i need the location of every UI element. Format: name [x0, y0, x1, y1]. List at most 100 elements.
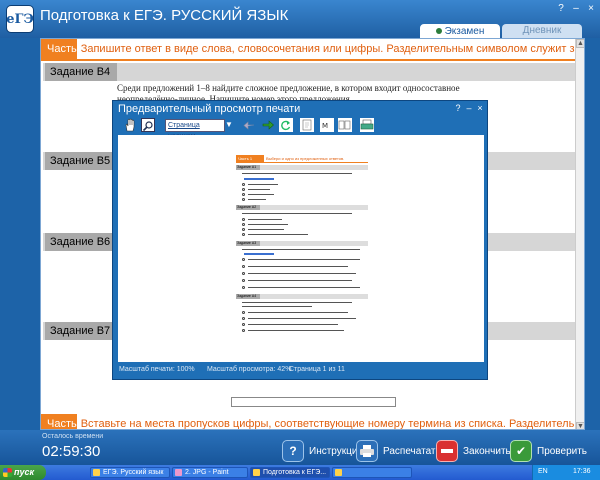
- time-remaining-value: 02:59:30: [42, 443, 101, 460]
- preview-text-line: [242, 249, 360, 250]
- taskbar-item-ege[interactable]: ЕГЭ. Русский язык: [90, 467, 170, 478]
- preview-radio: [242, 223, 245, 226]
- preview-text-line: [248, 199, 266, 200]
- content-scrollbar[interactable]: ▲ ▼: [575, 39, 584, 429]
- chevron-down-icon[interactable]: ▼: [225, 120, 233, 129]
- instruction-button[interactable]: ? Инструкция: [282, 439, 363, 463]
- preview-radio: [242, 329, 245, 332]
- preview-text-line: [248, 266, 348, 267]
- taskbar-item-prep[interactable]: Подготовка к ЕГЭ...: [250, 467, 330, 478]
- preview-radio: [242, 258, 245, 261]
- exam-dot-icon: [435, 28, 442, 35]
- preview-text-line: [248, 280, 352, 281]
- app-logo: еГЭ: [6, 5, 34, 33]
- page-view-select[interactable]: Страница целиком: [165, 119, 225, 140]
- preview-text-line: [248, 259, 360, 260]
- zoom-tool-icon[interactable]: [141, 118, 155, 132]
- finish-button-label: Закончить: [463, 445, 511, 457]
- preview-text-line: [248, 312, 348, 313]
- dialog-help-button[interactable]: ?: [453, 103, 463, 113]
- app-icon: [335, 469, 342, 476]
- part2-header: Часть 2 Вставьте на места пропусков цифр…: [41, 414, 584, 429]
- preview-radio: [242, 228, 245, 231]
- preview-task-row: Задание А1: [236, 165, 368, 170]
- preview-page: Часть 1 Выбери и одно из предложенных от…: [236, 155, 368, 337]
- preview-part-text: Выбери и одно из предложенных ответов.: [266, 156, 345, 161]
- windows-logo-icon: [3, 468, 12, 477]
- preview-radio: [242, 265, 245, 268]
- single-page-icon[interactable]: M: [320, 118, 334, 132]
- back-arrow-icon[interactable]: [243, 118, 257, 132]
- preview-text-line: [248, 287, 360, 288]
- app-title-bar: еГЭ Подготовка к ЕГЭ. РУССКИЙ ЯЗЫК ? – ×…: [0, 0, 600, 38]
- task-label-b5: Задание В5: [45, 152, 117, 170]
- preview-text-line: [248, 224, 288, 225]
- print-icon[interactable]: [360, 118, 374, 132]
- first-page-icon[interactable]: [300, 118, 314, 132]
- preview-radio: [242, 183, 245, 186]
- check-icon: ✔: [510, 440, 532, 462]
- preview-task-label: Задание А2: [236, 205, 260, 210]
- tab-diary[interactable]: Дневник: [502, 24, 582, 38]
- taskbar-item-label: Подготовка к ЕГЭ...: [263, 469, 327, 476]
- paint-icon: [175, 469, 182, 476]
- refresh-icon[interactable]: [279, 118, 293, 132]
- minimize-button[interactable]: –: [570, 3, 582, 15]
- stop-icon: [436, 440, 458, 462]
- check-button[interactable]: ✔ Проверить: [510, 439, 587, 463]
- preview-text-line: [242, 302, 352, 303]
- tab-exam[interactable]: Экзамен: [420, 24, 500, 38]
- print-preview-dialog: Предварительный просмотр печати ? – × Ст…: [112, 100, 488, 380]
- preview-text-line: [248, 194, 274, 195]
- preview-task-label: Задание А1: [236, 165, 260, 170]
- start-button[interactable]: пуск: [0, 465, 46, 480]
- preview-text-line: [242, 173, 352, 174]
- app-title: Подготовка к ЕГЭ. РУССКИЙ ЯЗЫК: [40, 7, 289, 24]
- forward-arrow-icon[interactable]: [261, 118, 275, 132]
- clock: 17:36: [573, 468, 591, 475]
- taskbar-item-window[interactable]: [332, 467, 412, 478]
- time-remaining-label: Осталось времени: [42, 433, 104, 440]
- answer-input[interactable]: [231, 397, 396, 407]
- taskbar-item-label: ЕГЭ. Русский язык: [103, 469, 164, 476]
- page-indicator: Страница 1 из 11: [289, 366, 345, 373]
- preview-radio: [242, 279, 245, 282]
- two-pages-icon[interactable]: [338, 118, 352, 132]
- preview-task-row: Задание А2: [236, 205, 368, 210]
- view-scale: Масштаб просмотра: 42%: [207, 366, 292, 373]
- preview-radio: [242, 317, 245, 320]
- dialog-minimize-button[interactable]: –: [464, 103, 474, 113]
- preview-part-label: Часть 1: [236, 155, 264, 163]
- help-window-button[interactable]: ?: [555, 3, 567, 15]
- part2-label: Часть 2: [41, 414, 77, 429]
- scroll-up-icon[interactable]: ▲: [576, 39, 584, 48]
- help-icon: ?: [282, 440, 304, 462]
- print-button-label: Распечатать: [383, 445, 441, 457]
- preview-text-line: [248, 330, 344, 331]
- dialog-toolbar: Страница целиком ▼ M: [117, 117, 485, 140]
- language-indicator[interactable]: EN: [538, 468, 548, 475]
- tab-exam-label: Экзамен: [444, 26, 485, 37]
- hand-tool-icon[interactable]: [123, 118, 137, 132]
- preview-text-line: [242, 213, 352, 214]
- preview-text-line: [248, 234, 308, 235]
- svg-text:M: M: [322, 122, 328, 130]
- task-label-b4: Задание В4: [45, 63, 117, 81]
- close-window-button[interactable]: ×: [585, 3, 597, 15]
- preview-text-line: [248, 318, 356, 319]
- preview-link: [244, 253, 274, 255]
- preview-text-line: [248, 219, 282, 220]
- print-button[interactable]: Распечатать: [356, 439, 441, 463]
- system-tray: EN 17:36: [532, 465, 600, 480]
- dialog-close-button[interactable]: ×: [475, 103, 485, 113]
- preview-text-line: [248, 184, 278, 185]
- part-instruction: Запишите ответ в виде слова, словосочета…: [80, 43, 585, 55]
- finish-button[interactable]: Закончить: [436, 439, 511, 463]
- preview-task-label: Задание А4: [236, 294, 260, 299]
- check-button-label: Проверить: [537, 445, 588, 457]
- taskbar-item-paint[interactable]: 2. JPG - Paint: [172, 467, 248, 478]
- dialog-title: Предварительный просмотр печати: [118, 103, 301, 115]
- scroll-down-icon[interactable]: ▼: [576, 422, 584, 429]
- preview-radio: [242, 218, 245, 221]
- task-label-b6: Задание В6: [45, 233, 117, 251]
